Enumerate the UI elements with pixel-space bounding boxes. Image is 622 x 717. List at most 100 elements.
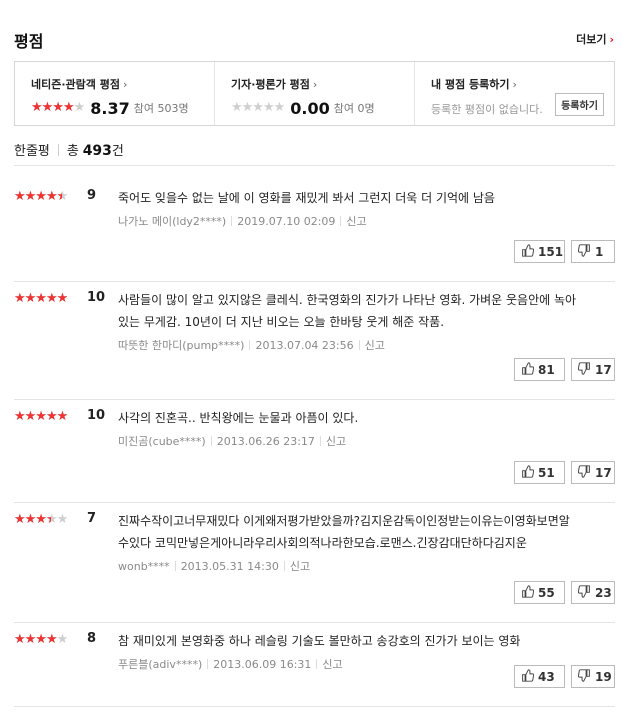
- divider: [174, 561, 176, 571]
- thumbs-up-icon: [521, 464, 538, 481]
- review-score: 10: [87, 290, 106, 305]
- antipathy-count: 1: [595, 244, 604, 259]
- sympathy-button[interactable]: 55: [514, 581, 565, 604]
- chevron-right-icon: ›: [609, 33, 614, 46]
- vote-group: 81 17: [514, 358, 615, 381]
- review-text: 수있다 코믹만넣은게아니라우리사회의적나라한모습.로맨스.긴장감대단하다김지운: [118, 536, 527, 550]
- review-item: ★★★★★ ★★★★★ 10 사람들이 많이 알고 있지않은 클레식. 한국영화의…: [14, 290, 615, 400]
- thumbs-up-icon: [521, 243, 538, 260]
- thumbs-down-icon: [577, 584, 595, 601]
- divider: [319, 436, 321, 446]
- review-item: ★★★★★★★★★★ 7 진짜수작이고너무재밌다 이게왜저평가받았을까?김지운감…: [14, 510, 615, 623]
- review-stars: ★★★★★★★★★★: [14, 409, 68, 424]
- review-stars: ★★★★★★★★★★: [14, 632, 68, 647]
- report-link[interactable]: 신고: [322, 658, 342, 671]
- report-link[interactable]: 신고: [326, 435, 346, 448]
- report-link[interactable]: 신고: [290, 560, 310, 573]
- review-date: 2019.07.10 02:09: [237, 215, 336, 228]
- thumbs-down-icon: [577, 464, 595, 481]
- vote-group: 55 23: [514, 581, 615, 604]
- review-count-line: 한줄평 총 493건: [14, 140, 615, 166]
- thumbs-up-icon: [521, 361, 538, 378]
- review-date: 2013.07.04 23:56: [255, 339, 354, 352]
- review-user: 나가노 메이(ldy2****): [118, 215, 227, 228]
- antipathy-count: 17: [595, 362, 612, 377]
- rating-page: 평점 더보기› 네티즌·관람객 평점› ★★★★★★★★★★ 8.37 참여 5…: [0, 0, 622, 717]
- critic-rating: 기자·평론가 평점› ★★★★★★★★★★ 0.00 참여 0명: [214, 62, 414, 125]
- thumbs-down-icon: [577, 361, 595, 378]
- review-body: 사각의 진혼곡.. 반칙왕에는 눈물과 아픔이 있다.: [118, 407, 608, 429]
- section-title: 평점: [14, 32, 44, 51]
- my-rating-link[interactable]: 내 평점 등록하기 ›: [431, 76, 614, 92]
- review-user: 미진곰(cube****): [118, 435, 206, 448]
- antipathy-button[interactable]: 19: [571, 665, 615, 688]
- review-date: 2013.06.09 16:31: [213, 658, 312, 671]
- my-rating: 내 평점 등록하기 › 등록한 평점이 없습니다. 등록하기: [414, 62, 614, 125]
- divider: [210, 436, 212, 446]
- divider: [231, 216, 233, 226]
- antipathy-button[interactable]: 23: [571, 581, 615, 604]
- thumbs-down-icon: [577, 668, 595, 685]
- review-body: 참 재미있게 본영화중 하나 레슬링 기술도 볼만하고 송강호의 진가가 보이는…: [118, 630, 608, 652]
- antipathy-count: 23: [595, 585, 612, 600]
- review-meta: 나가노 메이(ldy2****) 2019.07.10 02:09 신고: [118, 213, 367, 229]
- more-link[interactable]: 더보기 ›: [576, 31, 614, 47]
- critic-rating-link[interactable]: 기자·평론가 평점 ›: [231, 76, 414, 92]
- antipathy-button[interactable]: 17: [571, 358, 615, 381]
- vote-group: 151 1: [514, 240, 615, 263]
- antipathy-button[interactable]: 17: [571, 461, 615, 484]
- sympathy-button[interactable]: 151: [514, 240, 565, 263]
- sympathy-button[interactable]: 43: [514, 665, 565, 688]
- antipathy-button[interactable]: 1: [571, 240, 615, 263]
- review-score: 7: [87, 511, 97, 526]
- divider: [316, 659, 318, 669]
- review-score: 9: [87, 188, 97, 203]
- review-body: 죽어도 잊을수 없는 날에 이 영화를 재밌게 봐서 그런지 더욱 더 기억에 …: [118, 187, 608, 209]
- rating-summary: 네티즌·관람객 평점› ★★★★★★★★★★ 8.37 참여 503명 기자·평…: [14, 61, 615, 126]
- divider: [283, 561, 285, 571]
- divider: [57, 144, 59, 156]
- audience-stars: ★★★★★★★★★★: [31, 100, 85, 115]
- review-text: 죽어도 잊을수 없는 날에 이 영화를 재밌게 봐서 그런지 더욱 더 기억에 …: [118, 191, 495, 205]
- thumbs-down-icon: [577, 243, 595, 260]
- report-link[interactable]: 신고: [346, 215, 366, 228]
- review-section-label: 한줄평: [14, 144, 50, 159]
- review-text: 진짜수작이고너무재밌다 이게왜저평가받았을까?김지운감독이인정받는이유는이영화보…: [118, 514, 570, 528]
- review-stars: ★★★★★★★★★★: [14, 189, 68, 204]
- review-user: 푸른블(adiv****): [118, 658, 203, 671]
- thumbs-up-icon: [521, 668, 538, 685]
- audience-count: 참여 503명: [133, 102, 189, 115]
- audience-rating: 네티즌·관람객 평점› ★★★★★★★★★★ 8.37 참여 503명: [15, 62, 214, 125]
- audience-score: 8.37: [90, 98, 130, 118]
- report-link[interactable]: 신고: [365, 339, 385, 352]
- review-date: 2013.05.31 14:30: [180, 560, 279, 573]
- audience-rating-link[interactable]: 네티즌·관람객 평점 ›: [31, 76, 214, 92]
- review-total-prefix: 총: [66, 144, 79, 159]
- review-total-count: 493: [82, 143, 112, 159]
- register-rating-button[interactable]: 등록하기: [555, 93, 604, 116]
- review-date: 2013.06.26 23:17: [216, 435, 315, 448]
- review-body: 진짜수작이고너무재밌다 이게왜저평가받았을까?김지운감독이인정받는이유는이영화보…: [118, 510, 608, 554]
- divider: [358, 340, 360, 350]
- sympathy-count: 151: [538, 244, 564, 259]
- review-meta: 미진곰(cube****) 2013.06.26 23:17 신고: [118, 433, 346, 449]
- review-text: 사각의 진혼곡.. 반칙왕에는 눈물과 아픔이 있다.: [118, 411, 359, 425]
- review-item: ★★★★★ ★★★★★ 9 죽어도 잊을수 없는 날에 이 영화를 재밌게 봐서 …: [14, 187, 615, 282]
- sympathy-button[interactable]: 81: [514, 358, 565, 381]
- critic-stars: ★★★★★★★★★★: [231, 100, 285, 115]
- review-meta: 푸른블(adiv****) 2013.06.09 16:31 신고: [118, 656, 343, 672]
- review-total-suffix: 건: [111, 144, 124, 159]
- review-item: ★★★★★ ★★★★★ 10 사각의 진혼곡.. 반칙왕에는 눈물과 아픔이 있다…: [14, 407, 615, 503]
- more-label: 더보기: [576, 33, 607, 46]
- antipathy-count: 19: [595, 669, 612, 684]
- review-text: 있는 무게감. 10년이 더 지난 비오는 오늘 한바탕 웃게 해준 작품.: [118, 315, 445, 329]
- review-meta: 따뜻한 한마디(pump****) 2013.07.04 23:56 신고: [118, 337, 385, 353]
- review-meta: wonb**** 2013.05.31 14:30 신고: [118, 558, 310, 574]
- review-text: 사람들이 많이 알고 있지않은 클레식. 한국영화의 진가가 나타난 영화. 가…: [118, 293, 577, 307]
- sympathy-button[interactable]: 51: [514, 461, 565, 484]
- critic-rating-label: 기자·평론가 평점: [231, 78, 310, 91]
- review-user: wonb****: [118, 560, 170, 573]
- vote-group: 51 17: [514, 461, 615, 484]
- critic-count: 참여 0명: [333, 102, 375, 115]
- critic-score: 0.00: [290, 98, 330, 118]
